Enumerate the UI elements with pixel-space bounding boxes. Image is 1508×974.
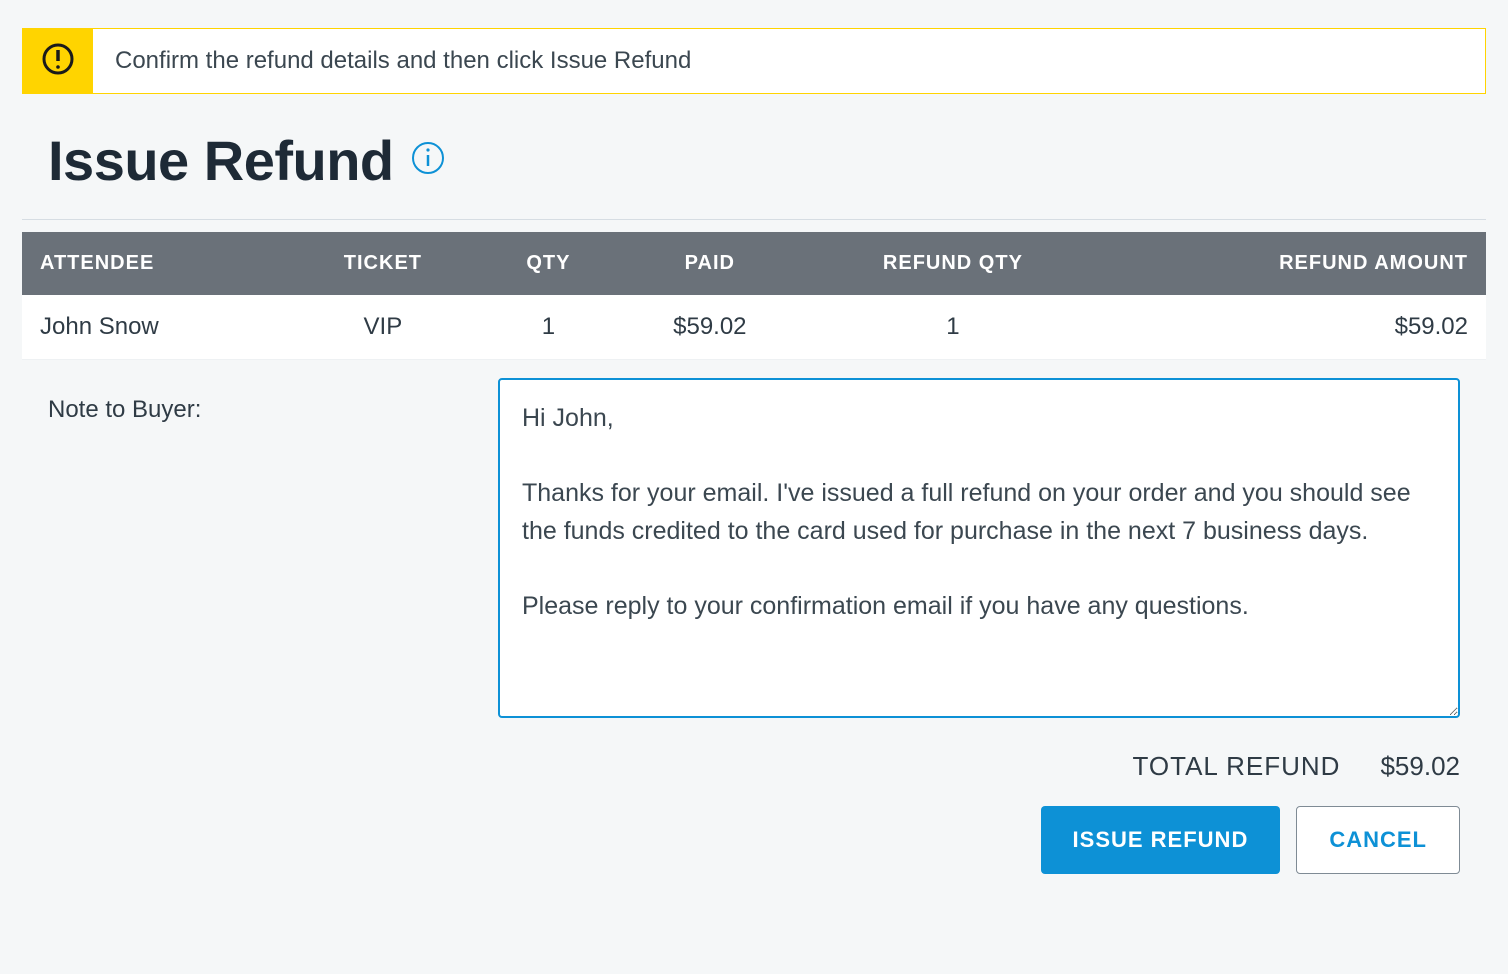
cell-paid: $59.02	[617, 295, 803, 360]
col-refund-amount: REFUND AMOUNT	[1103, 232, 1486, 295]
refund-table-wrap: ATTENDEE TICKET QTY PAID REFUND QTY REFU…	[22, 232, 1486, 360]
page-title: Issue Refund	[48, 128, 394, 193]
alert-exclamation-icon	[40, 41, 76, 82]
col-qty: QTY	[480, 232, 616, 295]
actions-row: ISSUE REFUND CANCEL	[48, 806, 1460, 874]
cell-ticket: VIP	[286, 295, 481, 360]
page-header: Issue Refund	[22, 128, 1486, 220]
total-refund-amount: $59.02	[1380, 751, 1460, 782]
table-header-row: ATTENDEE TICKET QTY PAID REFUND QTY REFU…	[22, 232, 1486, 295]
col-refund-qty: REFUND QTY	[803, 232, 1103, 295]
footer-area: TOTAL REFUND $59.02 ISSUE REFUND CANCEL	[22, 723, 1486, 874]
table-row: John Snow VIP 1 $59.02 1 $59.02	[22, 295, 1486, 360]
info-icon[interactable]	[410, 140, 446, 176]
cancel-button[interactable]: CANCEL	[1296, 806, 1460, 874]
alert-icon-box	[23, 29, 93, 93]
cell-refund-qty: 1	[803, 295, 1103, 360]
col-paid: PAID	[617, 232, 803, 295]
cell-qty: 1	[480, 295, 616, 360]
col-attendee: ATTENDEE	[22, 232, 286, 295]
refund-table: ATTENDEE TICKET QTY PAID REFUND QTY REFU…	[22, 232, 1486, 360]
total-refund-label: TOTAL REFUND	[1132, 751, 1340, 782]
total-refund-row: TOTAL REFUND $59.02	[48, 751, 1460, 782]
note-field-wrap	[498, 378, 1460, 723]
note-row: Note to Buyer:	[22, 360, 1486, 723]
alert-text: Confirm the refund details and then clic…	[93, 29, 1485, 93]
cell-refund-amount: $59.02	[1103, 295, 1486, 360]
note-label: Note to Buyer:	[48, 378, 488, 723]
cell-attendee: John Snow	[22, 295, 286, 360]
alert-banner: Confirm the refund details and then clic…	[22, 28, 1486, 94]
issue-refund-button[interactable]: ISSUE REFUND	[1041, 806, 1281, 874]
note-to-buyer-input[interactable]	[498, 378, 1460, 718]
col-ticket: TICKET	[286, 232, 481, 295]
